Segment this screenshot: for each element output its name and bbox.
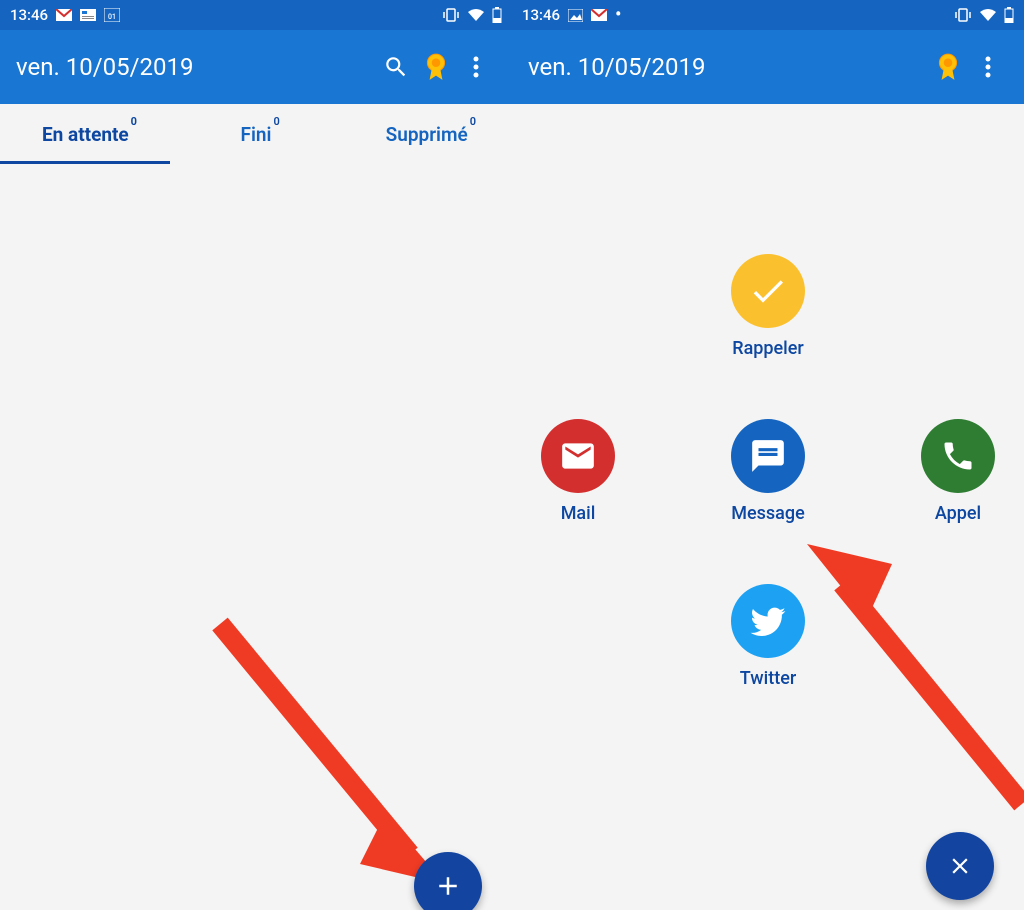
statusbar-left: 13:46 01: [0, 0, 512, 30]
close-icon: [947, 853, 973, 879]
vibrate-icon: [954, 8, 972, 22]
action-label: Mail: [561, 503, 596, 524]
check-icon: [748, 271, 788, 311]
gmail-icon: [56, 9, 72, 21]
tab-supprime[interactable]: Supprimé0: [341, 123, 512, 146]
tab-label: Fini: [241, 123, 272, 146]
phone-icon: [940, 438, 976, 474]
message-icon: [749, 437, 787, 475]
action-appel[interactable]: Appel: [913, 419, 1003, 524]
content-left: [0, 164, 512, 910]
fab-close[interactable]: [926, 832, 994, 900]
vibrate-icon: [442, 8, 460, 22]
image-icon: [568, 9, 583, 22]
tab-label: En attente: [42, 123, 129, 146]
fab-add[interactable]: [414, 852, 482, 910]
action-twitter[interactable]: Twitter: [723, 584, 813, 689]
tab-en-attente[interactable]: En attente0: [0, 123, 171, 146]
wifi-icon: [980, 9, 996, 21]
action-label: Twitter: [740, 668, 796, 689]
gmail-icon: [591, 9, 607, 21]
mail-icon: [559, 437, 597, 475]
action-rappeler[interactable]: Rappeler: [723, 254, 813, 359]
action-label: Message: [731, 503, 804, 524]
action-label: Appel: [935, 503, 981, 524]
search-icon[interactable]: [376, 47, 416, 87]
action-mail[interactable]: Mail: [533, 419, 623, 524]
news-icon: [80, 9, 96, 21]
action-label: Rappeler: [732, 338, 804, 359]
overflow-menu-icon[interactable]: [968, 47, 1008, 87]
screen-left: 13:46 01: [0, 0, 512, 910]
appbar-title: ven. 10/05/2019: [16, 53, 376, 81]
battery-icon: [1004, 7, 1014, 23]
statusbar-right: 13:46 •: [512, 0, 1024, 30]
status-time: 13:46: [522, 6, 560, 24]
content-right: Rappeler Mail Message: [512, 104, 1024, 910]
award-icon[interactable]: [928, 47, 968, 87]
twitter-icon: [748, 601, 788, 641]
tab-label: Supprimé: [386, 123, 468, 146]
battery-icon: [492, 7, 502, 23]
status-time: 13:46: [10, 6, 48, 24]
appbar-left: ven. 10/05/2019: [0, 30, 512, 104]
award-icon[interactable]: [416, 47, 456, 87]
overflow-menu-icon[interactable]: [456, 47, 496, 87]
appbar-right: ven. 10/05/2019: [512, 30, 1024, 104]
action-message[interactable]: Message: [723, 419, 813, 524]
plus-icon: [433, 871, 463, 901]
quick-actions: Rappeler Mail Message: [512, 224, 1024, 719]
wifi-icon: [468, 9, 484, 21]
tab-count: 0: [273, 115, 279, 128]
screen-right: 13:46 • v: [512, 0, 1024, 910]
tab-count: 0: [470, 115, 476, 128]
tabs: En attente0 Fini0 Supprimé0: [0, 104, 512, 164]
arrow-annotation: [200, 604, 460, 884]
more-notifications-icon: •: [615, 6, 621, 24]
svg-text:01: 01: [108, 13, 116, 21]
app-icon: 01: [104, 8, 120, 22]
tab-count: 0: [131, 115, 137, 128]
appbar-title: ven. 10/05/2019: [528, 53, 928, 81]
tab-fini[interactable]: Fini0: [171, 123, 342, 146]
